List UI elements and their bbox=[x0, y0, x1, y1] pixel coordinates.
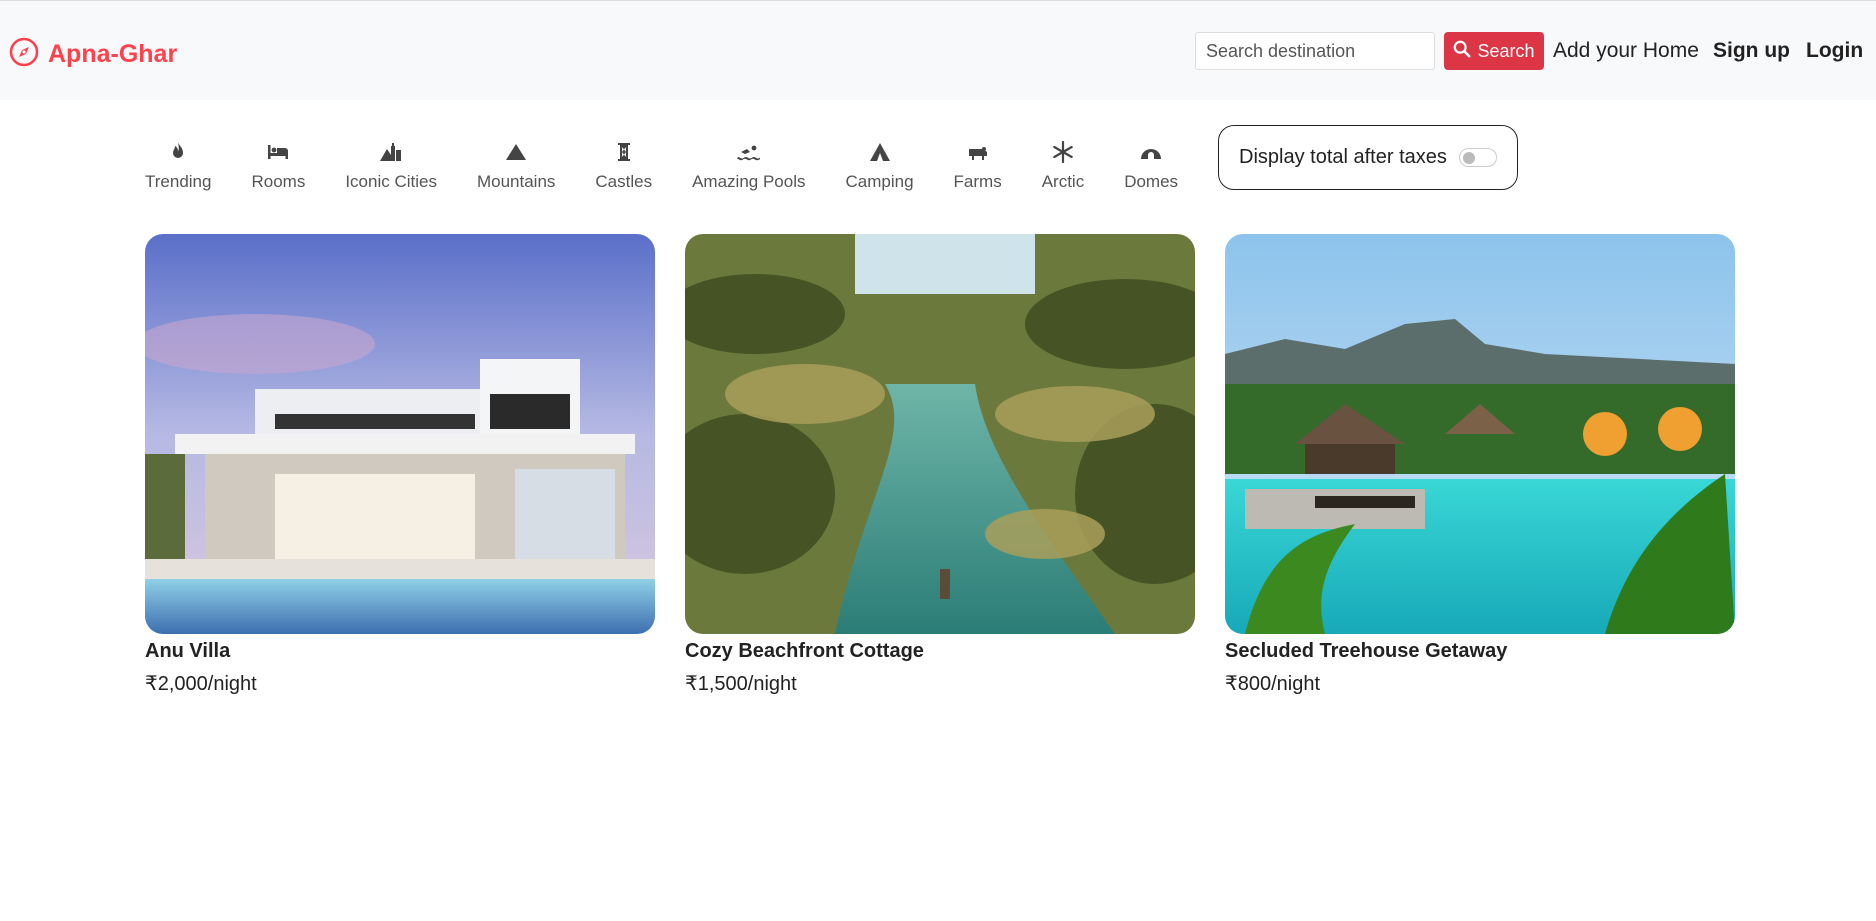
listing-title: Cozy Beachfront Cottage bbox=[685, 640, 924, 662]
filter-label: Camping bbox=[845, 172, 914, 191]
search-input[interactable] bbox=[1195, 32, 1435, 70]
listing-image[interactable] bbox=[685, 234, 1195, 634]
filter-arctic[interactable]: Arctic bbox=[1041, 140, 1085, 192]
person-swimming-icon bbox=[736, 140, 761, 172]
filter-label: Domes bbox=[1124, 172, 1179, 191]
tax-toggle[interactable]: Display total after taxes bbox=[1218, 125, 1518, 190]
snowflake-icon bbox=[1051, 140, 1075, 172]
listing-title: Anu Villa bbox=[145, 640, 231, 662]
filter-iconic-cities[interactable]: Iconic Cities bbox=[345, 140, 437, 192]
listing-price: ₹1,500/night bbox=[685, 673, 797, 695]
filter-farms[interactable]: Farms bbox=[954, 140, 1002, 192]
castle-icon bbox=[612, 140, 636, 172]
filter-label: Iconic Cities bbox=[345, 172, 437, 191]
campground-icon bbox=[868, 140, 892, 172]
filter-mountains[interactable]: Mountains bbox=[477, 140, 555, 192]
fire-icon bbox=[166, 140, 190, 172]
listing-price: ₹800/night bbox=[1225, 673, 1321, 695]
brand-logo[interactable]: Apna-Ghar bbox=[8, 36, 177, 73]
filter-label: Rooms bbox=[251, 172, 306, 191]
filter-bar: Trending Rooms Iconic Cities Mountains C… bbox=[145, 140, 1218, 192]
listing-title: Secluded Treehouse Getaway bbox=[1225, 640, 1508, 662]
search-button-label: Search bbox=[1477, 40, 1535, 61]
mountain-city-icon bbox=[379, 140, 403, 172]
filter-camping[interactable]: Camping bbox=[845, 140, 914, 192]
cow-icon bbox=[966, 140, 990, 172]
login-link[interactable]: Login bbox=[1806, 39, 1863, 63]
filter-castles[interactable]: Castles bbox=[595, 140, 652, 192]
add-home-link[interactable]: Add your Home bbox=[1553, 39, 1699, 63]
brand-name: Apna-Ghar bbox=[48, 40, 178, 68]
filter-label: Amazing Pools bbox=[692, 172, 806, 191]
compass-icon bbox=[8, 36, 40, 73]
navbar: Apna-Ghar Search Add your Home Sign up L… bbox=[0, 0, 1876, 100]
filter-rooms[interactable]: Rooms bbox=[251, 140, 305, 192]
listing-card[interactable]: Secluded Treehouse Getaway ₹800/night bbox=[1225, 234, 1735, 696]
search-button[interactable]: Search bbox=[1444, 32, 1544, 70]
listing-price: ₹2,000/night bbox=[145, 673, 257, 695]
filter-label: Farms bbox=[953, 172, 1002, 191]
listing-card[interactable]: Anu Villa ₹2,000/night bbox=[145, 234, 655, 696]
filter-label: Arctic bbox=[1041, 172, 1085, 191]
search-icon bbox=[1453, 40, 1471, 63]
filter-label: Castles bbox=[595, 172, 653, 191]
listing-image[interactable] bbox=[145, 234, 655, 634]
filter-amazing-pools[interactable]: Amazing Pools bbox=[692, 140, 805, 192]
signup-link[interactable]: Sign up bbox=[1713, 39, 1790, 63]
tax-switch[interactable] bbox=[1458, 148, 1497, 167]
filter-trending[interactable]: Trending bbox=[145, 140, 211, 192]
filter-domes[interactable]: Domes bbox=[1124, 140, 1178, 192]
igloo-icon bbox=[1139, 140, 1163, 172]
filter-label: Trending bbox=[145, 172, 212, 191]
filter-label: Mountains bbox=[476, 172, 556, 191]
mountain-icon bbox=[504, 140, 528, 172]
bed-icon bbox=[266, 140, 290, 172]
listing-card[interactable]: Cozy Beachfront Cottage ₹1,500/night bbox=[685, 234, 1195, 696]
tax-toggle-label: Display total after taxes bbox=[1239, 146, 1447, 168]
listing-image[interactable] bbox=[1225, 234, 1735, 634]
